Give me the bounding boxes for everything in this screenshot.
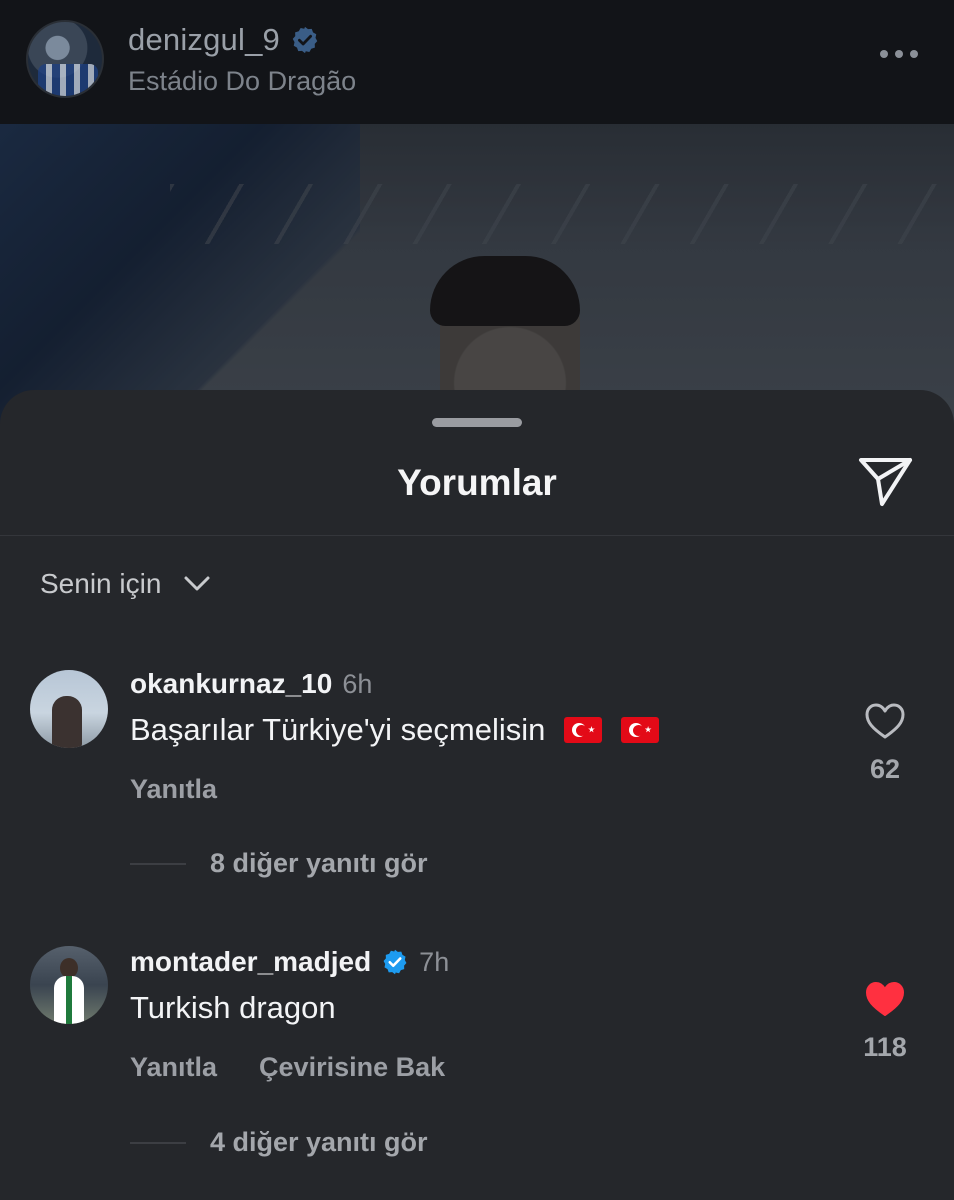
see-translation-button[interactable]: Çevirisine Bak — [259, 1052, 445, 1083]
comment-time: 6h — [342, 668, 373, 699]
commenter-avatar[interactable] — [30, 946, 108, 1024]
post-username-row: denizgul_9 — [128, 22, 320, 58]
like-count: 118 — [863, 1032, 907, 1062]
replies-line — [130, 862, 186, 865]
comment-text-row: Başarılar Türkiye'yi seçmelisin — [130, 712, 659, 748]
turkey-flag-emoji — [620, 717, 659, 743]
post-location[interactable]: Estádio Do Dragão — [128, 66, 356, 97]
view-replies-label: 4 diğer yanıtı gör — [210, 1127, 428, 1157]
comment-actions: Yanıtla — [130, 774, 217, 805]
turkey-flag-emoji — [563, 717, 602, 743]
post-header: denizgul_9 Estádio Do Dragão — [0, 0, 954, 124]
chevron-down-icon — [184, 576, 210, 591]
comment-header: montader_madjed 7h — [130, 946, 449, 978]
reply-button[interactable]: Yanıtla — [130, 1052, 217, 1083]
comment-username[interactable]: okankurnaz_10 — [130, 668, 332, 700]
heart-filled-icon[interactable] — [864, 980, 906, 1018]
comment-text: Başarılar Türkiye'yi seçmelisin — [130, 712, 546, 747]
more-options-icon[interactable] — [880, 44, 920, 64]
share-icon[interactable] — [858, 456, 914, 508]
comment-text: Turkish dragon — [130, 990, 336, 1025]
sheet-drag-handle[interactable] — [432, 418, 522, 427]
like-control[interactable]: 118 — [862, 980, 908, 1063]
replies-line — [130, 1141, 186, 1144]
filter-label: Senin için — [40, 568, 162, 599]
comments-sheet: Yorumlar Senin için okankurnaz_10 6h Baş… — [0, 390, 954, 1200]
like-control[interactable]: 62 — [862, 702, 908, 785]
heart-outline-icon[interactable] — [864, 702, 906, 740]
comment-header: okankurnaz_10 6h — [130, 668, 372, 700]
post-username[interactable]: denizgul_9 — [128, 22, 280, 58]
verified-badge-icon — [292, 26, 318, 54]
view-replies-button[interactable]: 8 diğer yanıtı gör — [130, 848, 428, 879]
like-count: 62 — [869, 754, 901, 784]
comment-username[interactable]: montader_madjed — [130, 946, 371, 978]
sheet-divider — [0, 535, 954, 536]
comment-time: 7h — [419, 946, 450, 977]
comment-filter-dropdown[interactable]: Senin için — [40, 568, 211, 600]
comment-actions: Yanıtla Çevirisine Bak — [130, 1052, 445, 1083]
view-replies-label: 8 diğer yanıtı gör — [210, 848, 428, 878]
reply-button[interactable]: Yanıtla — [130, 774, 217, 805]
sheet-title: Yorumlar — [397, 462, 557, 503]
post-image[interactable] — [0, 124, 954, 424]
commenter-avatar[interactable] — [30, 670, 108, 748]
post-author-avatar[interactable] — [26, 20, 104, 98]
view-replies-button[interactable]: 4 diğer yanıtı gör — [130, 1127, 428, 1158]
verified-badge-icon — [383, 949, 407, 975]
